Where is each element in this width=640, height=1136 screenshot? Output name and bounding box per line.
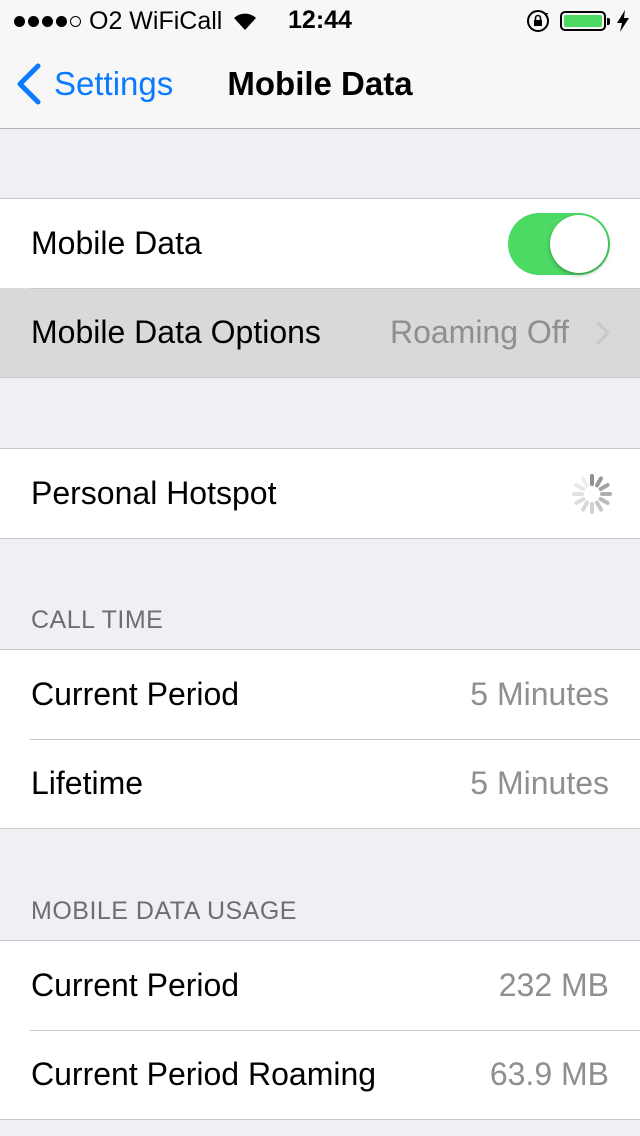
- usage-current-period-value: 232 MB: [498, 967, 609, 1003]
- navigation-bar: Settings Mobile Data: [0, 40, 640, 129]
- usage-current-period-label: Current Period: [31, 967, 240, 1003]
- usage-roaming-label: Current Period Roaming: [31, 1056, 377, 1092]
- mobile-data-label: Mobile Data: [31, 225, 202, 261]
- usage-roaming-row: Current Period Roaming 63.9 MB: [0, 1030, 640, 1119]
- status-bar: O2 WiFiCall 12:44: [0, 0, 640, 40]
- mobile-data-options-row[interactable]: Mobile Data Options Roaming Off: [0, 288, 640, 377]
- call-time-lifetime-value: 5 Minutes: [470, 765, 609, 801]
- loading-spinner-icon: [572, 473, 612, 514]
- call-time-current-period-label: Current Period: [31, 676, 240, 712]
- usage-current-period-row: Current Period 232 MB: [0, 941, 640, 1030]
- call-time-lifetime-label: Lifetime: [31, 765, 144, 801]
- hotspot-group: Personal Hotspot: [0, 448, 640, 539]
- battery-cap: [607, 18, 610, 25]
- personal-hotspot-row[interactable]: Personal Hotspot: [0, 449, 640, 538]
- chevron-right-icon: [596, 321, 610, 344]
- battery-icon: [560, 11, 610, 31]
- page-title: Mobile Data: [227, 65, 413, 102]
- mobile-data-group: Mobile Data Mobile Data Options Roaming …: [0, 198, 640, 378]
- battery-level: [564, 15, 602, 27]
- call-time-header: CALL TIME: [31, 606, 164, 634]
- call-time-lifetime-row: Lifetime 5 Minutes: [0, 739, 640, 828]
- call-time-current-period-value: 5 Minutes: [470, 676, 609, 712]
- data-usage-group: Current Period 232 MB Current Period Roa…: [0, 940, 640, 1120]
- rotation-lock-icon: [527, 10, 549, 32]
- mobile-data-toggle[interactable]: [508, 212, 610, 275]
- mobile-data-options-label: Mobile Data Options: [31, 314, 321, 350]
- personal-hotspot-label: Personal Hotspot: [31, 475, 277, 511]
- data-usage-header: MOBILE DATA USAGE: [31, 897, 297, 925]
- charging-bolt-icon: [617, 10, 629, 32]
- call-time-current-period-row: Current Period 5 Minutes: [0, 650, 640, 739]
- status-right: [526, 7, 630, 35]
- usage-roaming-value: 63.9 MB: [489, 1056, 609, 1092]
- toggle-knob: [550, 214, 608, 273]
- call-time-group: Current Period 5 Minutes Lifetime 5 Minu…: [0, 649, 640, 829]
- mobile-data-row: Mobile Data: [0, 199, 640, 288]
- roaming-status-value: Roaming Off: [389, 314, 569, 350]
